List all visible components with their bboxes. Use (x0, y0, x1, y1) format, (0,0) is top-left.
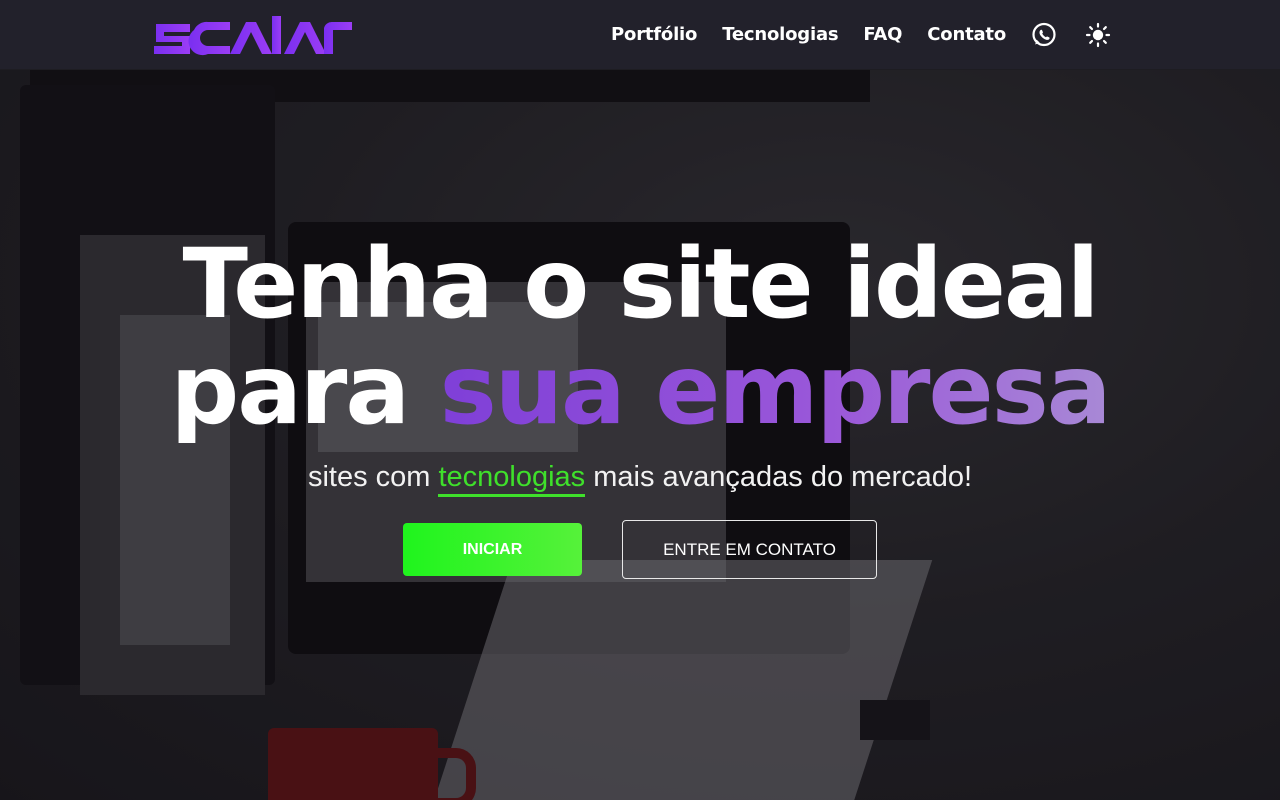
top-navbar: Portfólio Tecnologias FAQ Contato (0, 0, 1280, 69)
whatsapp-icon[interactable] (1030, 21, 1058, 49)
hero-section: Tenha o site ideal para sua empresa site… (0, 69, 1280, 800)
hero-headline: Tenha o site ideal para sua empresa (0, 231, 1280, 443)
scalar-logo[interactable] (152, 10, 354, 58)
nav-link-tecnologias[interactable]: Tecnologias (722, 24, 838, 45)
main-nav: Portfólio Tecnologias FAQ Contato (611, 0, 1112, 69)
headline-highlight: sua empresa (439, 334, 1112, 446)
nav-link-portfolio[interactable]: Portfólio (611, 24, 697, 45)
headline-line-2-prefix: para (170, 334, 440, 446)
subtitle-highlight: tecnologias (438, 461, 586, 497)
subtitle-prefix: sites com (307, 461, 439, 493)
sun-icon[interactable] (1084, 21, 1112, 49)
hero-subtitle: sites com tecnologias mais avançadas do … (0, 461, 1280, 497)
nav-link-contato[interactable]: Contato (927, 24, 1006, 45)
iniciar-button[interactable]: INICIAR (403, 523, 582, 576)
contact-button[interactable]: ENTRE EM CONTATO (622, 520, 877, 579)
headline-line-1: Tenha o site ideal (182, 228, 1100, 340)
nav-link-faq[interactable]: FAQ (863, 24, 902, 45)
subtitle-suffix: mais avançadas do mercado! (585, 461, 973, 493)
